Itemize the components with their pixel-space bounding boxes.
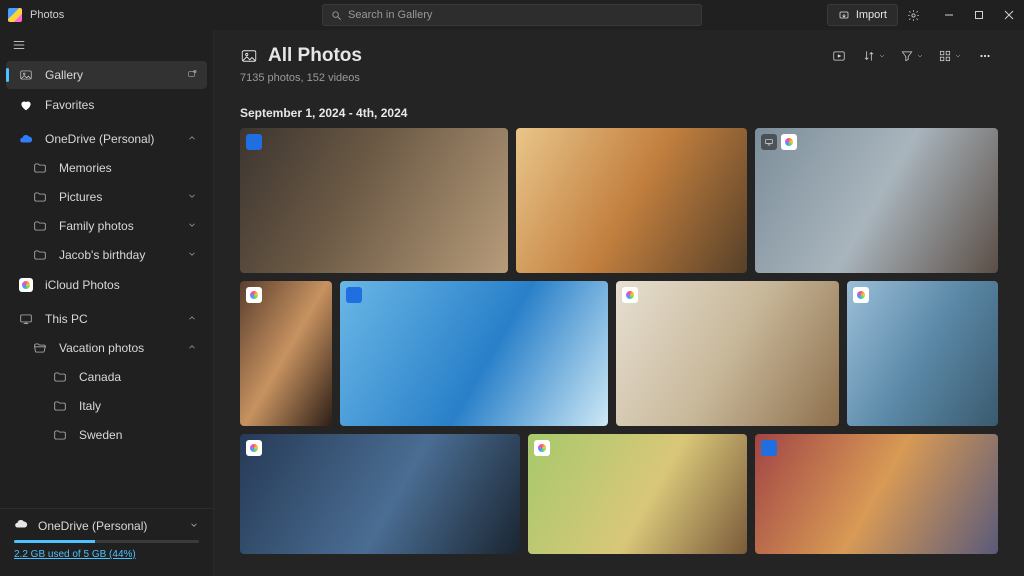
settings-button[interactable] bbox=[898, 0, 928, 30]
window-controls bbox=[934, 0, 1024, 30]
sidebar-item-canada[interactable]: Canada bbox=[6, 363, 207, 391]
search-icon bbox=[331, 10, 342, 21]
search-input[interactable]: Search in Gallery bbox=[322, 4, 702, 26]
slideshow-button[interactable] bbox=[826, 44, 852, 68]
sidebar-item-favorites[interactable]: Favorites bbox=[6, 91, 207, 119]
import-icon bbox=[838, 9, 850, 21]
icloud-badge-icon bbox=[853, 287, 869, 303]
sidebar: Gallery Favorites OneDrive (Personal) Me… bbox=[0, 30, 214, 576]
storage-panel: OneDrive (Personal) 2.2 GB used of 5 GB … bbox=[0, 508, 213, 570]
close-button[interactable] bbox=[994, 0, 1024, 30]
page-subtitle: 7135 photos, 152 videos bbox=[240, 72, 998, 84]
photo-thumb[interactable] bbox=[528, 434, 747, 554]
hamburger-icon bbox=[12, 38, 26, 52]
grid-icon bbox=[938, 49, 952, 63]
toolbar bbox=[826, 44, 998, 68]
sidebar-item-vacation[interactable]: Vacation photos bbox=[6, 334, 207, 362]
icloud-icon bbox=[18, 278, 33, 293]
app-title: Photos bbox=[30, 9, 64, 21]
photo-icon bbox=[240, 47, 258, 65]
title-bar: Photos Search in Gallery Import bbox=[0, 0, 1024, 30]
folder-icon bbox=[32, 248, 47, 263]
app-icon bbox=[8, 8, 22, 22]
chevron-down-icon bbox=[916, 52, 924, 60]
onedrive-badge-icon bbox=[346, 287, 362, 303]
chevron-down-icon[interactable] bbox=[189, 519, 199, 533]
icloud-badge-icon bbox=[246, 440, 262, 456]
onedrive-badge-icon bbox=[761, 440, 777, 456]
sidebar-item-thispc[interactable]: This PC bbox=[6, 305, 207, 333]
filter-button[interactable] bbox=[896, 44, 928, 68]
chevron-down-icon bbox=[878, 52, 886, 60]
gear-icon bbox=[907, 9, 920, 22]
chevron-down-icon bbox=[187, 219, 197, 233]
main-content: All Photos 7135 photos, 152 videos Septe… bbox=[214, 30, 1024, 576]
chevron-down-icon bbox=[187, 248, 197, 262]
storage-detail-link[interactable]: 2.2 GB used of 5 GB (44%) bbox=[14, 549, 199, 560]
folder-icon bbox=[32, 219, 47, 234]
chevron-down-icon bbox=[954, 52, 962, 60]
photo-thumb[interactable] bbox=[240, 434, 520, 554]
sidebar-item-onedrive[interactable]: OneDrive (Personal) bbox=[6, 125, 207, 153]
photo-thumb[interactable] bbox=[240, 281, 332, 426]
gallery-icon bbox=[18, 68, 33, 83]
icloud-badge-icon bbox=[534, 440, 550, 456]
import-button[interactable]: Import bbox=[827, 4, 898, 26]
monitor-icon bbox=[18, 312, 33, 327]
storage-progress bbox=[14, 540, 199, 543]
folder-icon bbox=[32, 161, 47, 176]
folder-open-icon bbox=[32, 341, 47, 356]
icloud-badge-icon bbox=[781, 134, 797, 150]
onedrive-badge-icon bbox=[246, 134, 262, 150]
icloud-badge-icon bbox=[246, 287, 262, 303]
search-placeholder: Search in Gallery bbox=[348, 9, 432, 21]
ellipsis-icon bbox=[978, 49, 992, 63]
maximize-button[interactable] bbox=[964, 0, 994, 30]
folder-icon bbox=[32, 190, 47, 205]
chevron-up-icon bbox=[187, 132, 197, 146]
sidebar-item-family[interactable]: Family photos bbox=[6, 212, 207, 240]
chevron-down-icon bbox=[187, 190, 197, 204]
pc-badge-icon bbox=[761, 134, 777, 150]
folder-icon bbox=[52, 370, 67, 385]
heart-icon bbox=[18, 98, 33, 113]
folder-icon bbox=[52, 399, 67, 414]
sidebar-item-gallery[interactable]: Gallery bbox=[6, 61, 207, 89]
page-title: All Photos bbox=[268, 45, 362, 67]
folder-icon bbox=[52, 428, 67, 443]
view-button[interactable] bbox=[934, 44, 966, 68]
sort-icon bbox=[862, 49, 876, 63]
photo-thumb[interactable] bbox=[755, 434, 998, 554]
onedrive-icon bbox=[18, 132, 33, 147]
photo-thumb[interactable] bbox=[755, 128, 998, 273]
sidebar-item-italy[interactable]: Italy bbox=[6, 392, 207, 420]
sidebar-item-sweden[interactable]: Sweden bbox=[6, 421, 207, 449]
sort-button[interactable] bbox=[858, 44, 890, 68]
hamburger-button[interactable] bbox=[0, 30, 213, 60]
sidebar-item-icloud[interactable]: iCloud Photos bbox=[6, 271, 207, 299]
gallery-new-icon[interactable] bbox=[187, 68, 197, 82]
photo-thumb[interactable] bbox=[847, 281, 998, 426]
filter-icon bbox=[900, 49, 914, 63]
sidebar-item-jacob[interactable]: Jacob's birthday bbox=[6, 241, 207, 269]
chevron-up-icon bbox=[187, 312, 197, 326]
more-button[interactable] bbox=[972, 44, 998, 68]
cloud-icon bbox=[14, 517, 28, 534]
icloud-badge-icon bbox=[622, 287, 638, 303]
photo-thumb[interactable] bbox=[240, 128, 508, 273]
minimize-button[interactable] bbox=[934, 0, 964, 30]
photo-thumb[interactable] bbox=[340, 281, 607, 426]
slideshow-icon bbox=[832, 49, 846, 63]
sidebar-item-memories[interactable]: Memories bbox=[6, 154, 207, 182]
sidebar-item-pictures[interactable]: Pictures bbox=[6, 183, 207, 211]
date-header: September 1, 2024 - 4th, 2024 bbox=[240, 106, 998, 120]
photo-thumb[interactable] bbox=[616, 281, 840, 426]
chevron-up-icon bbox=[187, 341, 197, 355]
photo-thumb[interactable] bbox=[516, 128, 747, 273]
